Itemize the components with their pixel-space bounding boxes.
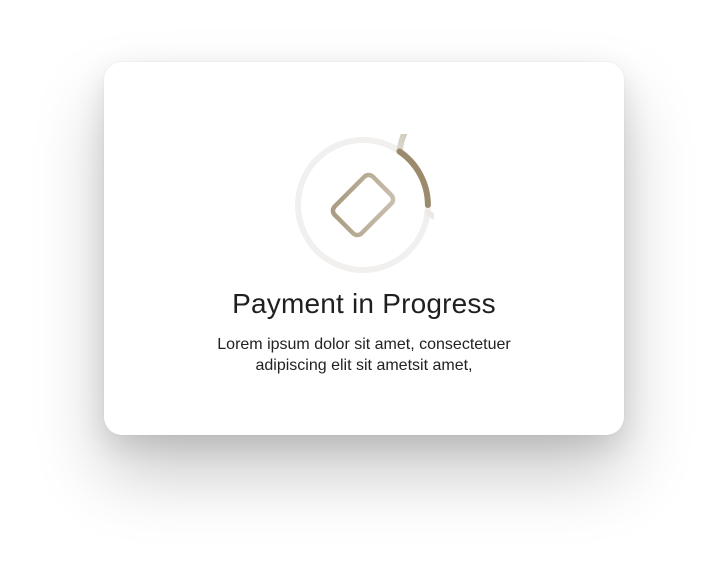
modal-title: Payment in Progress: [232, 288, 496, 319]
spinner-arc-head: [396, 148, 431, 208]
page-background: Payment in Progress Lorem ipsum dolor si…: [0, 0, 728, 581]
modal-description: Lorem ipsum dolor sit amet, consectetuer…: [104, 334, 624, 376]
description-line-1: Lorem ipsum dolor sit amet, consectetuer: [217, 336, 511, 353]
payment-progress-modal: Payment in Progress Lorem ipsum dolor si…: [104, 62, 624, 435]
progress-spinner: [292, 134, 434, 276]
credit-card-icon: [330, 172, 396, 238]
description-line-2: adipiscing elit sit ametsit amet,: [255, 357, 473, 374]
spinner-arc: [396, 134, 434, 220]
